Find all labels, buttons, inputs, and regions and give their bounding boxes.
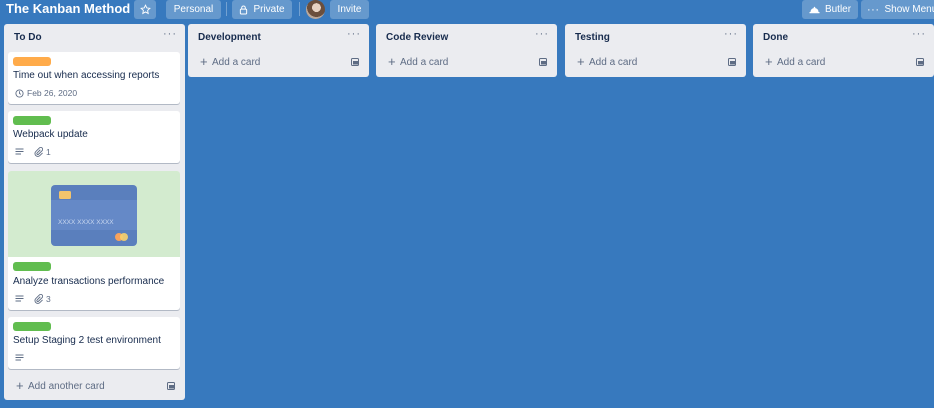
- list-header: Code Review ···: [376, 24, 557, 50]
- card[interactable]: Time out when accessing reports Feb 26, …: [8, 52, 180, 104]
- attachment-badge: 3: [34, 294, 51, 304]
- add-card-button[interactable]: + Add another card: [4, 374, 185, 400]
- personal-label: Personal: [173, 4, 214, 15]
- add-card-button[interactable]: + Add a card: [188, 50, 369, 76]
- list-title[interactable]: Testing: [575, 32, 610, 43]
- add-card-label: Add a card: [212, 57, 261, 68]
- card-title: Webpack update: [13, 129, 88, 140]
- list-to-do: To Do ··· Time out when accessing report…: [4, 24, 185, 400]
- card-label-green[interactable]: [13, 116, 51, 125]
- card-cover-image: XXXX XXXX XXXX: [8, 171, 180, 257]
- clock-icon: [15, 88, 24, 98]
- attachment-count: 3: [46, 294, 51, 304]
- card-title: Setup Staging 2 test environment: [13, 335, 161, 346]
- list-code-review: Code Review ··· + Add a card: [376, 24, 557, 77]
- plus-icon: +: [577, 54, 585, 69]
- butler-label: Butler: [824, 4, 852, 15]
- show-menu-button[interactable]: ··· Show Menu: [861, 0, 934, 19]
- due-date-text: Feb 26, 2020: [27, 88, 78, 98]
- card-template-icon[interactable]: [351, 58, 360, 67]
- invite-label: Invite: [337, 4, 362, 15]
- board-header: The Kanban Method Personal Private Invit…: [0, 0, 934, 20]
- add-card-label: Add a card: [777, 57, 826, 68]
- attachment-count: 1: [46, 147, 51, 157]
- show-menu-label: Show Menu: [884, 4, 934, 15]
- add-card-label: Add a card: [589, 57, 638, 68]
- list-menu-button[interactable]: ···: [724, 29, 738, 40]
- list-menu-button[interactable]: ···: [535, 29, 549, 40]
- card-template-icon[interactable]: [916, 58, 925, 67]
- more-icon: ···: [867, 3, 880, 16]
- list-header: Testing ···: [565, 24, 746, 50]
- butler-bell-icon: [809, 6, 820, 14]
- description-icon: [15, 148, 24, 155]
- card-template-icon[interactable]: [167, 382, 176, 391]
- description-badge: [15, 295, 24, 303]
- card[interactable]: Setup Staging 2 test environment: [8, 317, 180, 369]
- plus-icon: +: [765, 54, 773, 69]
- lock-icon: [240, 4, 248, 15]
- list-header: Done ···: [753, 24, 934, 50]
- divider: [299, 2, 300, 16]
- private-label: Private: [253, 4, 285, 15]
- list-header: Development ···: [188, 24, 369, 50]
- list-title[interactable]: To Do: [14, 32, 42, 43]
- plus-icon: +: [388, 54, 396, 69]
- card-label-green[interactable]: [13, 322, 51, 331]
- plus-icon: +: [16, 378, 24, 393]
- add-card-label: Add another card: [28, 381, 105, 392]
- credit-card-illustration: XXXX XXXX XXXX: [51, 185, 137, 246]
- member-avatar[interactable]: [306, 0, 325, 19]
- description-icon: [15, 295, 24, 302]
- paperclip-icon: [34, 294, 43, 304]
- description-badge: [15, 354, 24, 362]
- list-title[interactable]: Development: [198, 32, 261, 43]
- list-development: Development ··· + Add a card: [188, 24, 369, 77]
- divider: [226, 2, 227, 16]
- list-title[interactable]: Done: [763, 32, 788, 43]
- paperclip-icon: [34, 147, 43, 157]
- card-template-icon[interactable]: [539, 58, 548, 67]
- card[interactable]: Webpack update 1: [8, 111, 180, 163]
- card-template-icon[interactable]: [728, 58, 737, 67]
- list-testing: Testing ··· + Add a card: [565, 24, 746, 77]
- butler-button[interactable]: Butler: [802, 0, 858, 19]
- list-menu-button[interactable]: ···: [912, 29, 926, 40]
- add-card-button[interactable]: + Add a card: [565, 50, 746, 76]
- list-header: To Do ···: [4, 24, 185, 50]
- invite-button[interactable]: Invite: [330, 0, 369, 19]
- due-date-badge[interactable]: Feb 26, 2020: [15, 88, 77, 98]
- description-icon: [15, 354, 24, 361]
- list-menu-button[interactable]: ···: [163, 29, 177, 40]
- list-title[interactable]: Code Review: [386, 32, 448, 43]
- board-title[interactable]: The Kanban Method: [6, 0, 130, 18]
- personal-team-button[interactable]: Personal: [166, 0, 221, 19]
- plus-icon: +: [200, 54, 208, 69]
- card-number-text: XXXX XXXX XXXX: [58, 219, 114, 226]
- card-label-orange[interactable]: [13, 57, 51, 66]
- list-menu-button[interactable]: ···: [347, 29, 361, 40]
- visibility-button[interactable]: Private: [232, 0, 292, 19]
- add-card-label: Add a card: [400, 57, 449, 68]
- card-title: Analyze transactions performance: [13, 276, 165, 287]
- add-card-button[interactable]: + Add a card: [376, 50, 557, 76]
- star-icon: [139, 4, 151, 15]
- list-done: Done ··· + Add a card: [753, 24, 934, 77]
- attachment-badge: 1: [34, 147, 51, 157]
- card[interactable]: XXXX XXXX XXXX Analyze transactions perf…: [8, 171, 180, 310]
- add-card-button[interactable]: + Add a card: [753, 50, 934, 76]
- card-title: Time out when accessing reports: [13, 70, 160, 81]
- card-label-green[interactable]: [13, 262, 51, 271]
- star-button[interactable]: [134, 0, 156, 19]
- description-badge: [15, 148, 24, 156]
